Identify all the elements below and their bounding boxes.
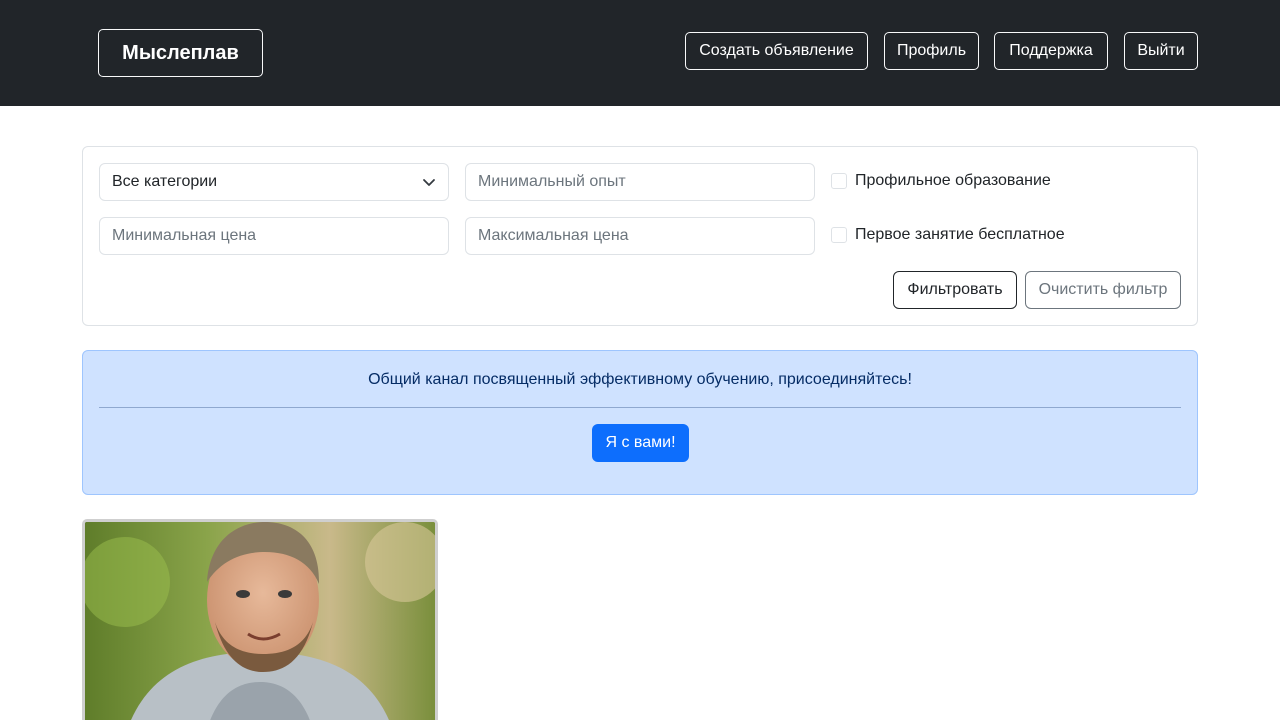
- min-experience-input[interactable]: [478, 173, 802, 191]
- free-lesson-checkbox-label: Первое занятие бесплатное: [855, 226, 1065, 243]
- brand-logo-button[interactable]: Мыслеплав: [98, 29, 263, 77]
- join-channel-button[interactable]: Я с вами!: [592, 424, 689, 462]
- navbar: Мыслеплав Создать объявление Профиль Под…: [0, 0, 1280, 106]
- education-checkbox-row[interactable]: Профильное образование: [831, 171, 1051, 191]
- free-lesson-checkbox[interactable]: [831, 227, 847, 243]
- min-experience-field[interactable]: [465, 163, 815, 201]
- max-price-field[interactable]: [465, 217, 815, 255]
- support-button[interactable]: Поддержка: [994, 32, 1108, 70]
- max-price-input[interactable]: [478, 227, 802, 245]
- tutor-card[interactable]: [82, 519, 438, 720]
- banner-divider: [99, 407, 1181, 408]
- tutor-photo: [85, 522, 435, 720]
- logout-button[interactable]: Выйти: [1124, 32, 1198, 70]
- channel-banner: Общий канал посвященный эффективному обу…: [82, 350, 1198, 495]
- min-price-field[interactable]: [99, 217, 449, 255]
- education-checkbox[interactable]: [831, 173, 847, 189]
- filter-button[interactable]: Фильтровать: [893, 271, 1017, 309]
- education-checkbox-label: Профильное образование: [855, 172, 1051, 189]
- clear-filter-button[interactable]: Очистить фильтр: [1025, 271, 1181, 309]
- category-select-value: Все категории: [112, 173, 218, 190]
- filter-panel: Все категории Профильное образование Пер…: [82, 146, 1198, 326]
- category-select[interactable]: Все категории: [99, 163, 449, 201]
- free-lesson-checkbox-row[interactable]: Первое занятие бесплатное: [831, 225, 1065, 245]
- banner-text: Общий канал посвященный эффективному обу…: [368, 371, 912, 388]
- min-price-input[interactable]: [112, 227, 436, 245]
- profile-button[interactable]: Профиль: [884, 32, 979, 70]
- chevron-down-icon: [422, 175, 436, 189]
- create-ad-button[interactable]: Создать объявление: [685, 32, 868, 70]
